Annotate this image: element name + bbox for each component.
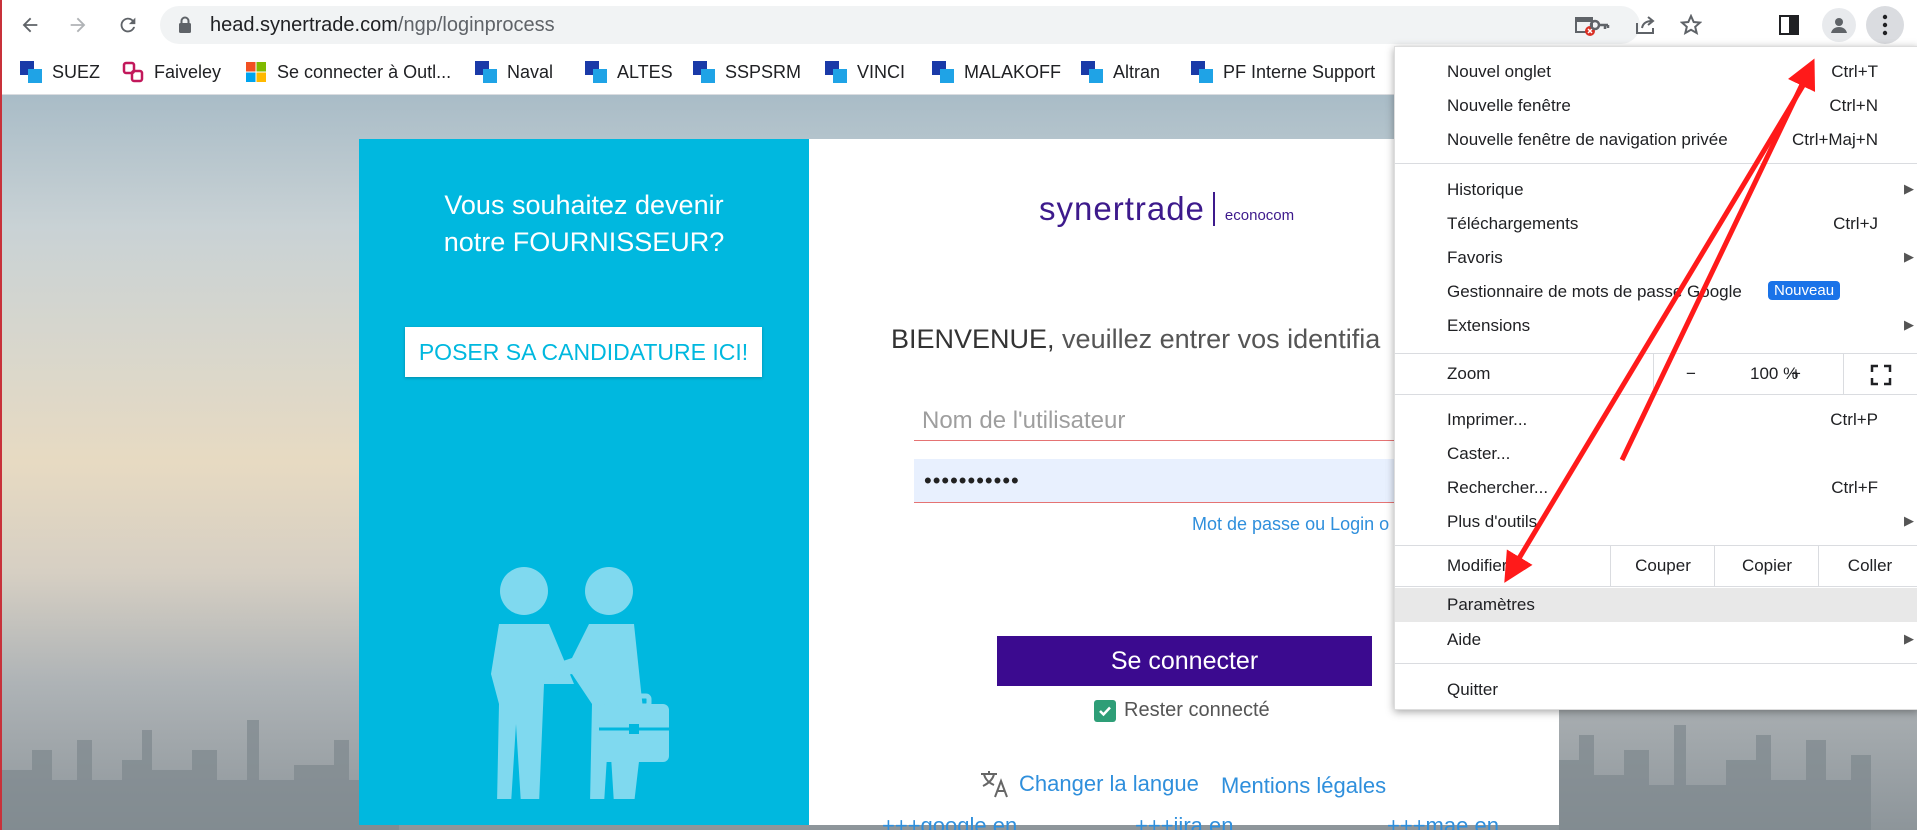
profile-icon[interactable] <box>1822 8 1856 42</box>
supplier-title: Vous souhaitez devenir notre FOURNISSEUR… <box>443 190 725 257</box>
submenu-arrow-icon: ▶ <box>1904 317 1914 332</box>
star-icon[interactable] <box>1676 10 1706 40</box>
quick-link-mae[interactable]: +++mae.en <box>1387 813 1499 830</box>
fullscreen-icon <box>1870 364 1892 386</box>
forward-icon[interactable] <box>64 11 92 39</box>
browser-toolbar: head.synertrade.com/ngp/loginprocess <box>2 0 1917 50</box>
menu-zoom-row: Zoom − 100 % + <box>1395 354 1917 394</box>
bookmark-altes[interactable]: ALTES <box>585 60 673 84</box>
copy-button[interactable]: Copier <box>1714 546 1819 586</box>
bookmark-sspsrm[interactable]: SSPSRM <box>693 60 801 84</box>
forgot-password-link[interactable]: Mot de passe ou Login o <box>1192 514 1389 535</box>
menu-more-tools[interactable]: Plus d'outils ▶ <box>1395 505 1917 539</box>
menu-settings[interactable]: Paramètres <box>1395 588 1917 622</box>
chrome-menu: Nouvel onglet Ctrl+T Nouvelle fenêtre Ctrl… <box>1394 46 1917 710</box>
menu-find[interactable]: Rechercher... Ctrl+F <box>1395 471 1917 505</box>
bookmark-malakoff[interactable]: MALAKOFF <box>932 60 1061 84</box>
translate-icon <box>981 771 1008 798</box>
bookmark-icon <box>932 61 954 83</box>
faiveley-icon <box>122 61 144 83</box>
bookmark-altran[interactable]: Altran <box>1081 60 1160 84</box>
handshake-illustration <box>491 567 669 799</box>
bookmark-outlook[interactable]: Se connecter à Outl... <box>245 60 451 84</box>
submenu-arrow-icon: ▶ <box>1904 631 1914 646</box>
reload-icon[interactable] <box>114 11 142 39</box>
suez-icon <box>20 61 42 83</box>
side-panel-icon[interactable] <box>1774 10 1804 40</box>
zoom-in-button[interactable]: + <box>1791 364 1801 384</box>
menu-favorites[interactable]: Favoris ▶ <box>1395 241 1917 275</box>
checkbox-checked-icon[interactable] <box>1094 699 1116 722</box>
legal-notice-link[interactable]: Mentions légales <box>1221 773 1386 799</box>
bookmark-faiveley[interactable]: Faiveley <box>122 60 221 84</box>
bookmark-suez[interactable]: SUEZ <box>20 60 100 84</box>
welcome-heading: BIENVENUE, veuillez entrer vos identifia <box>891 324 1381 354</box>
url-text: head.synertrade.com/ngp/loginprocess <box>210 14 555 36</box>
bookmark-icon <box>825 61 847 83</box>
submenu-arrow-icon: ▶ <box>1904 249 1914 264</box>
bookmark-icon <box>693 61 715 83</box>
new-badge: Nouveau <box>1768 281 1841 300</box>
bookmark-icon <box>585 61 607 83</box>
apply-supplier-button[interactable]: POSER SA CANDIDATURE ICI! <box>405 327 762 377</box>
menu-print[interactable]: Imprimer... Ctrl+P <box>1395 403 1917 437</box>
cut-button[interactable]: Couper <box>1610 546 1715 586</box>
lock-icon <box>179 16 191 33</box>
bookmark-vinci[interactable]: VINCI <box>825 60 905 84</box>
login-button[interactable]: Se connecter <box>997 636 1372 686</box>
menu-edit-row: Modifier Couper Copier Coller <box>1395 546 1917 586</box>
menu-quit[interactable]: Quitter <box>1395 673 1917 707</box>
remember-me[interactable]: Rester connecté <box>1094 699 1270 722</box>
menu-help[interactable]: Aide ▶ <box>1395 623 1917 657</box>
submenu-arrow-icon: ▶ <box>1904 513 1914 528</box>
menu-downloads[interactable]: Téléchargements Ctrl+J <box>1395 207 1917 241</box>
address-bar[interactable]: head.synertrade.com/ngp/loginprocess <box>160 6 1640 44</box>
submenu-arrow-icon: ▶ <box>1904 181 1914 196</box>
menu-new-tab[interactable]: Nouvel onglet Ctrl+T <box>1395 55 1917 89</box>
bookmark-pf-interne-support[interactable]: PF Interne Support <box>1191 60 1375 84</box>
menu-incognito[interactable]: Nouvelle fenêtre de navigation privée Ctr… <box>1395 123 1917 157</box>
menu-extensions[interactable]: Extensions ▶ <box>1395 309 1917 343</box>
fullscreen-button[interactable] <box>1843 354 1917 394</box>
supplier-panel: Vous souhaitez devenir notre FOURNISSEUR… <box>359 139 809 825</box>
microsoft-icon <box>245 61 267 83</box>
quick-link-google[interactable]: +++google.en <box>882 813 1017 830</box>
synertrade-logo: synertrade econocom <box>1039 190 1295 227</box>
key-icon[interactable] <box>1584 10 1614 40</box>
bookmark-icon <box>1081 61 1103 83</box>
bookmark-naval[interactable]: Naval <box>475 60 553 84</box>
bookmark-icon <box>475 61 497 83</box>
browser-window: head.synertrade.com/ngp/loginprocess SUE… <box>0 0 1917 830</box>
quick-link-jira[interactable]: +++jira.en <box>1135 813 1233 830</box>
menu-new-window[interactable]: Nouvelle fenêtre Ctrl+N <box>1395 89 1917 123</box>
kebab-menu-icon[interactable] <box>1866 6 1904 44</box>
bookmark-icon <box>1191 61 1213 83</box>
share-icon[interactable] <box>1630 10 1660 40</box>
menu-cast[interactable]: Caster... <box>1395 437 1917 471</box>
change-language-link[interactable]: Changer la langue <box>979 769 1199 799</box>
zoom-out-button[interactable]: − <box>1653 354 1734 394</box>
menu-password-manager[interactable]: Gestionnaire de mots de passe Google Nouv… <box>1395 275 1917 309</box>
back-icon[interactable] <box>16 11 44 39</box>
menu-history[interactable]: Historique ▶ <box>1395 173 1917 207</box>
paste-button[interactable]: Coller <box>1818 546 1917 586</box>
